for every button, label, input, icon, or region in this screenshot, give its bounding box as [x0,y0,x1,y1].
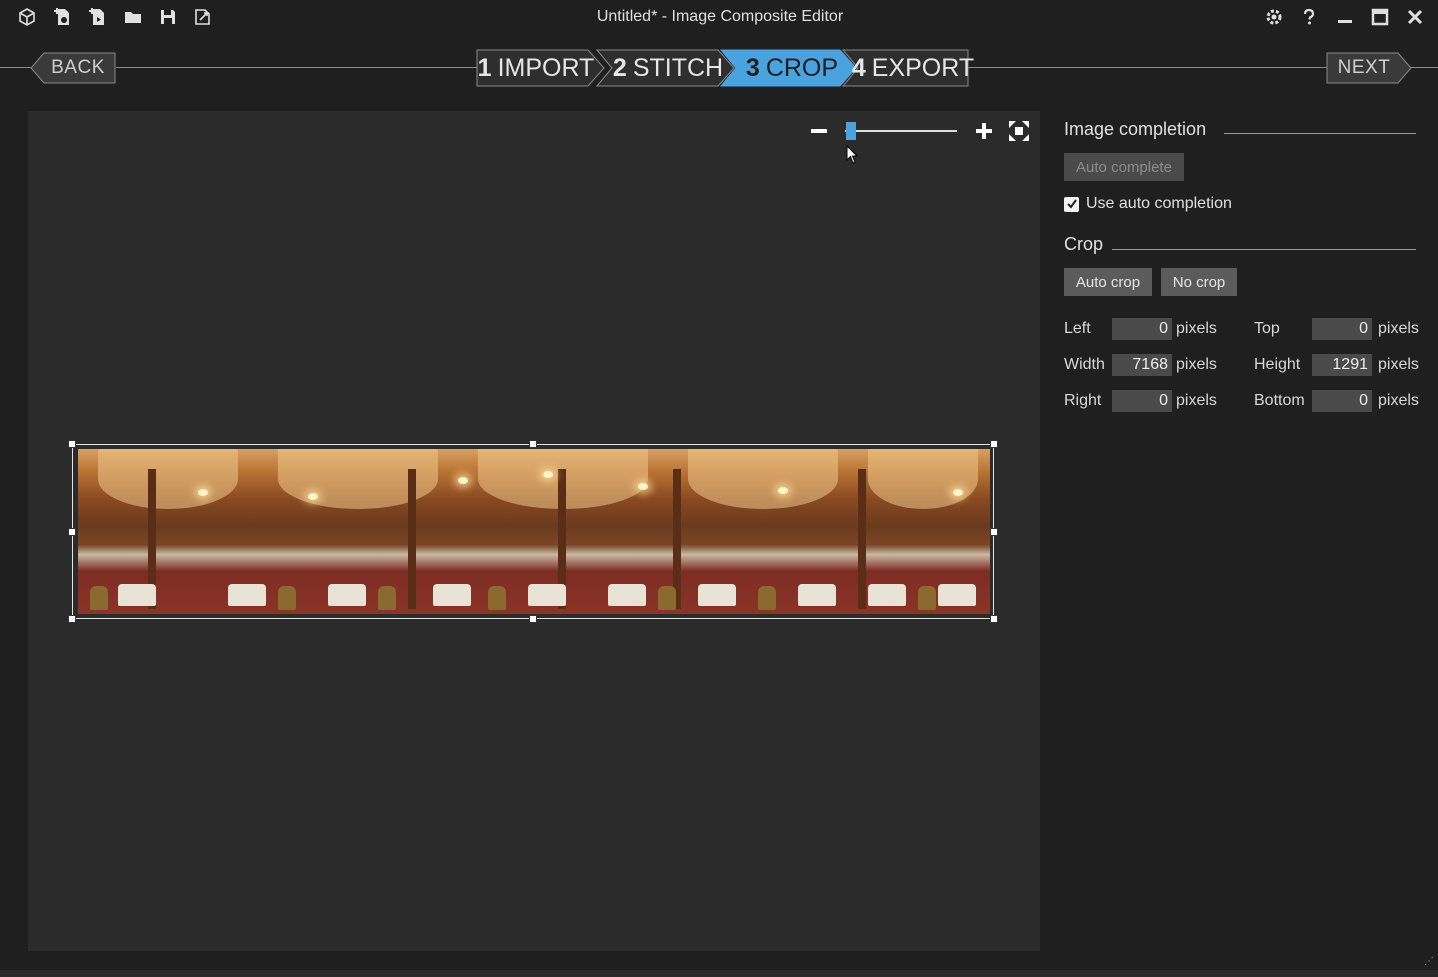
crop-handle-top[interactable] [529,440,537,448]
left-unit: pixels [1176,320,1217,337]
top-unit: pixels [1378,320,1419,337]
new-panorama-from-images-icon[interactable] [52,6,74,28]
image-completion-divider [1224,133,1416,134]
left-label: Left [1064,320,1091,337]
crop-section-title: Crop [1064,234,1104,254]
height-label: Height [1254,356,1301,373]
width-input[interactable]: 7168 [1112,354,1172,376]
status-bar [0,970,1438,977]
crop-handle-right[interactable] [990,528,998,536]
crop-divider [1112,249,1416,250]
right-input[interactable]: 0 [1112,390,1172,412]
next-button[interactable]: NEXT [1326,52,1412,84]
crop-handle-top-right[interactable] [990,440,998,448]
maximize-icon[interactable] [1369,6,1391,28]
nav-line-mid-right [968,67,1328,68]
step-export-label: 4 EXPORT [851,53,975,82]
step-import-label: 1 IMPORT [477,53,595,82]
bottom-input[interactable]: 0 [1312,390,1372,412]
width-label: Width [1064,356,1105,373]
minimize-icon[interactable] [1334,6,1356,28]
next-button-label: NEXT [1337,57,1391,78]
settings-icon[interactable] [1263,6,1285,28]
no-crop-button[interactable]: No crop [1161,268,1237,296]
help-icon[interactable] [1298,6,1320,28]
height-unit: pixels [1378,356,1419,373]
new-panorama-from-video-icon[interactable] [87,6,109,28]
crop-handle-bottom[interactable] [529,615,537,623]
top-input[interactable]: 0 [1312,318,1372,340]
right-unit: pixels [1176,392,1217,409]
app-cube-icon[interactable] [16,6,38,28]
bottom-unit: pixels [1378,392,1419,409]
zoom-slider-track[interactable] [845,130,957,132]
nav-line-mid-left [116,67,478,68]
back-button-label: BACK [51,57,105,78]
resize-grip-icon[interactable]: ⋰ [1424,956,1434,967]
bottom-label: Bottom [1254,392,1305,409]
nav-line-left [0,67,32,68]
use-auto-completion-label: Use auto completion [1086,195,1232,212]
save-icon[interactable] [157,6,179,28]
image-completion-title: Image completion [1064,119,1207,139]
use-auto-completion-checkbox[interactable] [1064,196,1079,212]
export-icon[interactable] [192,6,214,28]
step-import[interactable]: 1 IMPORT [476,49,605,87]
back-button[interactable]: BACK [30,52,116,84]
height-input[interactable]: 1291 [1312,354,1372,376]
fit-to-window-icon[interactable] [1006,118,1032,144]
step-crop[interactable]: 3 CROP [720,49,857,87]
auto-complete-button[interactable]: Auto complete [1064,153,1184,181]
left-input[interactable]: 0 [1112,318,1172,340]
step-crop-label: 3 CROP [745,53,839,82]
zoom-in-icon[interactable] [971,118,997,144]
title-bar: Untitled* - Image Composite Editor [0,0,1438,36]
close-icon[interactable] [1404,6,1426,28]
nav-line-right [1410,67,1438,68]
crop-handle-bottom-right[interactable] [990,615,998,623]
crop-handle-left[interactable] [68,528,76,536]
width-unit: pixels [1176,356,1217,373]
step-stitch[interactable]: 2 STITCH [596,49,735,87]
auto-crop-button[interactable]: Auto crop [1064,268,1152,296]
step-export[interactable]: 4 EXPORT [842,49,974,87]
use-auto-completion-row[interactable]: Use auto completion [1064,195,1232,213]
zoom-out-icon[interactable] [806,118,832,144]
mouse-cursor-icon [846,144,860,170]
top-label: Top [1254,320,1280,337]
right-label: Right [1064,392,1102,409]
step-stitch-label: 2 STITCH [612,53,724,82]
open-folder-icon[interactable] [122,6,144,28]
zoom-slider-thumb[interactable] [846,122,857,140]
panorama-image [78,449,990,614]
window-title: Untitled* - Image Composite Editor [596,8,844,25]
crop-handle-bottom-left[interactable] [68,615,76,623]
crop-handle-top-left[interactable] [68,440,76,448]
